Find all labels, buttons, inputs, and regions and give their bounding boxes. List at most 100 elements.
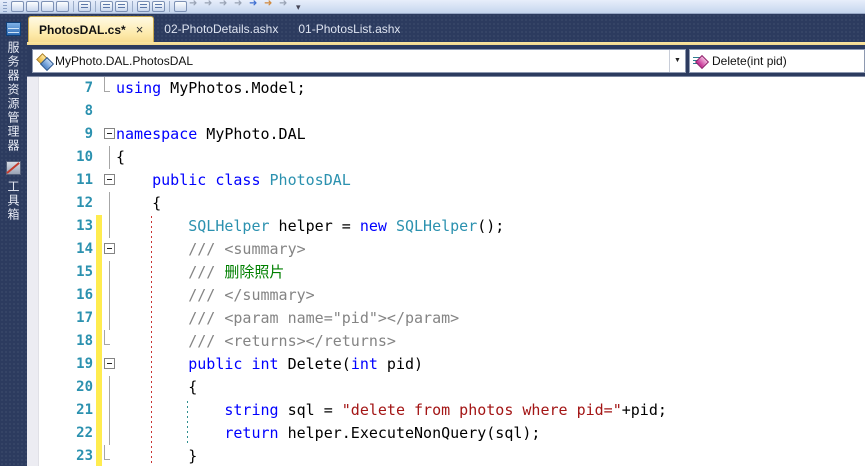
- code-line-11[interactable]: 11 public class PhotosDAL: [27, 169, 865, 192]
- outlining-margin: [102, 445, 116, 466]
- outline-line: [108, 192, 110, 215]
- code-token: pid): [377, 355, 424, 373]
- collapse-icon[interactable]: [103, 243, 115, 254]
- line-number: 9: [84, 126, 93, 142]
- code-token: int: [251, 355, 279, 373]
- code-line-16[interactable]: 16 /// </summary>: [27, 284, 865, 307]
- code-token: new: [359, 217, 387, 235]
- prev-position-icon[interactable]: [219, 0, 232, 12]
- toolbar-separator: [169, 1, 170, 12]
- indent-increase-icon[interactable]: [115, 1, 128, 12]
- tab-01-photoslist-ashx[interactable]: 01-PhotosList.ashx: [288, 16, 410, 42]
- code-text: /// </summary>: [116, 284, 314, 307]
- dropdown-arrow-icon[interactable]: ▼: [669, 49, 685, 72]
- outlining-margin[interactable]: [102, 123, 116, 146]
- code-token: string: [224, 401, 279, 419]
- collapse-icon[interactable]: [103, 128, 115, 139]
- redo-navigate-icon[interactable]: [264, 0, 277, 12]
- type-dropdown-value: MyPhoto.DAL.PhotosDAL: [55, 53, 194, 68]
- outlining-margin: [102, 146, 116, 169]
- code-line-18[interactable]: 18 /// <returns></returns>: [27, 330, 865, 353]
- code-line-13[interactable]: 13 SQLHelper helper = new SQLHelper();: [27, 215, 865, 238]
- code-token: ();: [477, 217, 505, 235]
- code-line-20[interactable]: 20 {: [27, 376, 865, 399]
- toolbar-grip[interactable]: [3, 2, 7, 12]
- line-number: 17: [76, 310, 93, 326]
- collapse-icon[interactable]: [103, 174, 115, 185]
- outlining-margin: [102, 330, 116, 353]
- code-token: MyPhotos.Model;: [161, 79, 306, 97]
- tab-label: PhotosDAL.cs*: [39, 22, 126, 37]
- outlining-margin: [102, 261, 116, 284]
- member-dropdown-value: Delete(int pid): [712, 53, 787, 68]
- nav-forward-icon[interactable]: [204, 0, 217, 12]
- code-token: ///: [188, 263, 225, 281]
- outlining-margin[interactable]: [102, 353, 116, 376]
- collapse-icon[interactable]: [103, 358, 115, 369]
- type-dropdown[interactable]: MyPhoto.DAL.PhotosDAL ▼: [32, 48, 686, 73]
- code-line-17[interactable]: 17 /// <param name="pid"></param>: [27, 307, 865, 330]
- code-text: {: [116, 146, 125, 169]
- code-line-9[interactable]: 9 namespace MyPhoto.DAL: [27, 123, 865, 146]
- next-position-icon[interactable]: [234, 0, 247, 12]
- undo-navigate-icon[interactable]: [249, 0, 262, 12]
- align-top-icon[interactable]: [137, 1, 150, 12]
- outlining-margin[interactable]: [102, 169, 116, 192]
- table-layout-icon[interactable]: [11, 1, 24, 12]
- line-number: 12: [76, 195, 93, 211]
- add-item-icon[interactable]: [26, 1, 39, 12]
- nav-back-icon[interactable]: [189, 0, 202, 12]
- code-line-15[interactable]: 15 /// 删除照片: [27, 261, 865, 284]
- tab-02-photodetails-ashx[interactable]: 02-PhotoDetails.ashx: [154, 16, 288, 42]
- method-icon: [693, 53, 710, 69]
- textbox-icon[interactable]: [174, 1, 187, 12]
- toolbar-separator: [132, 1, 133, 12]
- sidebar-tab-toolbox[interactable]: 工具箱: [0, 153, 27, 222]
- outline-end-tick: [104, 445, 110, 460]
- outlining-margin: [102, 307, 116, 330]
- highlight-icon[interactable]: [41, 1, 54, 12]
- code-line-21[interactable]: 21 string sql = "delete from photos wher…: [27, 399, 865, 422]
- outline-line: [108, 215, 110, 238]
- code-text: }: [116, 445, 197, 466]
- code-line-7[interactable]: 7 using MyPhotos.Model;: [27, 77, 865, 100]
- line-number: 8: [84, 103, 93, 119]
- main-toolbar: ▾: [0, 0, 865, 14]
- code-token: MyPhoto.DAL: [197, 125, 306, 143]
- code-line-8[interactable]: 8: [27, 100, 865, 123]
- close-icon[interactable]: ×: [136, 23, 144, 36]
- code-line-10[interactable]: 10 {: [27, 146, 865, 169]
- outlining-margin: [102, 284, 116, 307]
- font-color-icon[interactable]: [56, 1, 69, 12]
- code-editor[interactable]: 7 using MyPhotos.Model; 8 9 namespace MyPhot…: [27, 77, 865, 466]
- sidebar-tab-server-explorer[interactable]: 服务器资源管理器: [0, 14, 27, 153]
- outline-line: [108, 307, 110, 330]
- outline-line: [108, 146, 110, 169]
- member-dropdown[interactable]: Delete(int pid): [689, 48, 865, 73]
- code-line-19[interactable]: 19 public int Delete(int pid): [27, 353, 865, 376]
- find-symbol-icon[interactable]: [279, 0, 292, 12]
- code-line-22[interactable]: 22 return helper.ExecuteNonQuery(sql);: [27, 422, 865, 445]
- code-token: }: [116, 447, 198, 465]
- code-token: namespace: [116, 125, 198, 143]
- outline-line: [108, 261, 110, 284]
- code-line-14[interactable]: 14 /// <summary>: [27, 238, 865, 261]
- code-token: SQLHelper: [395, 217, 478, 235]
- tab-label: 02-PhotoDetails.ashx: [164, 22, 279, 36]
- align-bottom-icon[interactable]: [152, 1, 165, 12]
- line-list-icon[interactable]: [78, 1, 91, 12]
- code-line-23[interactable]: 23 }: [27, 445, 865, 466]
- indent-decrease-icon[interactable]: [100, 1, 113, 12]
- toolbar-overflow-icon[interactable]: ▾: [296, 1, 301, 13]
- code-text: SQLHelper helper = new SQLHelper();: [116, 215, 504, 238]
- code-line-12[interactable]: 12 {: [27, 192, 865, 215]
- outlining-margin[interactable]: [102, 238, 116, 261]
- tab-photosdal-cs-[interactable]: PhotosDAL.cs* ×: [28, 16, 155, 42]
- code-text: public class PhotosDAL: [116, 169, 351, 192]
